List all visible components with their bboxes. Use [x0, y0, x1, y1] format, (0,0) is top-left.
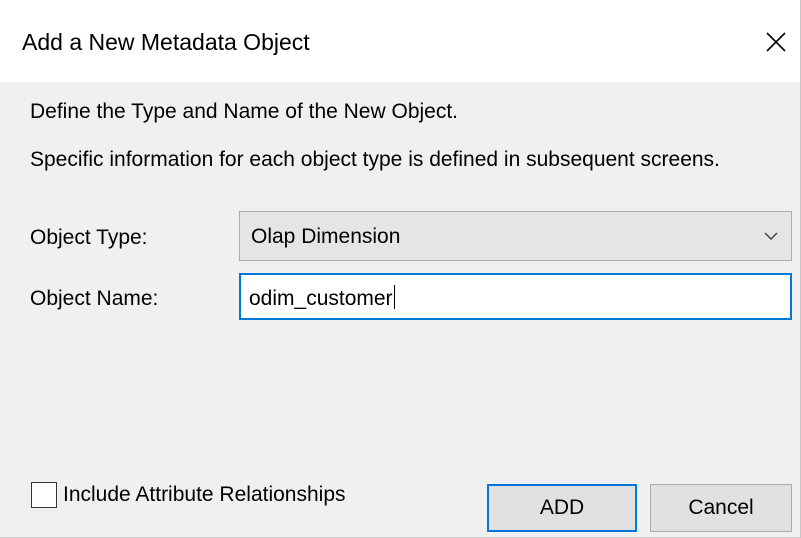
cancel-button[interactable]: Cancel [650, 484, 792, 532]
title-bar[interactable]: Add a New Metadata Object [0, 0, 800, 82]
description-text: Define the Type and Name of the New Obje… [30, 100, 459, 123]
add-metadata-object-dialog: Add a New Metadata Object Define the Typ… [0, 0, 801, 538]
close-button[interactable] [756, 22, 796, 62]
info-text: Specific information for each object typ… [30, 148, 720, 171]
include-attribute-relationships-checkbox[interactable] [31, 482, 57, 508]
object-type-value: Olap Dimension [251, 225, 401, 248]
close-icon [756, 22, 796, 62]
add-button[interactable]: ADD [487, 484, 637, 532]
dialog-title: Add a New Metadata Object [22, 29, 310, 55]
object-type-label: Object Type: [30, 226, 148, 249]
object-name-input[interactable]: odim_customer [239, 273, 792, 320]
text-caret [393, 285, 395, 309]
include-attribute-relationships-label[interactable]: Include Attribute Relationships [63, 482, 346, 508]
object-name-label: Object Name: [30, 287, 159, 310]
chevron-down-icon [763, 228, 779, 244]
object-name-value: odim_customer [249, 287, 393, 310]
object-type-select[interactable]: Olap Dimension [239, 211, 792, 261]
